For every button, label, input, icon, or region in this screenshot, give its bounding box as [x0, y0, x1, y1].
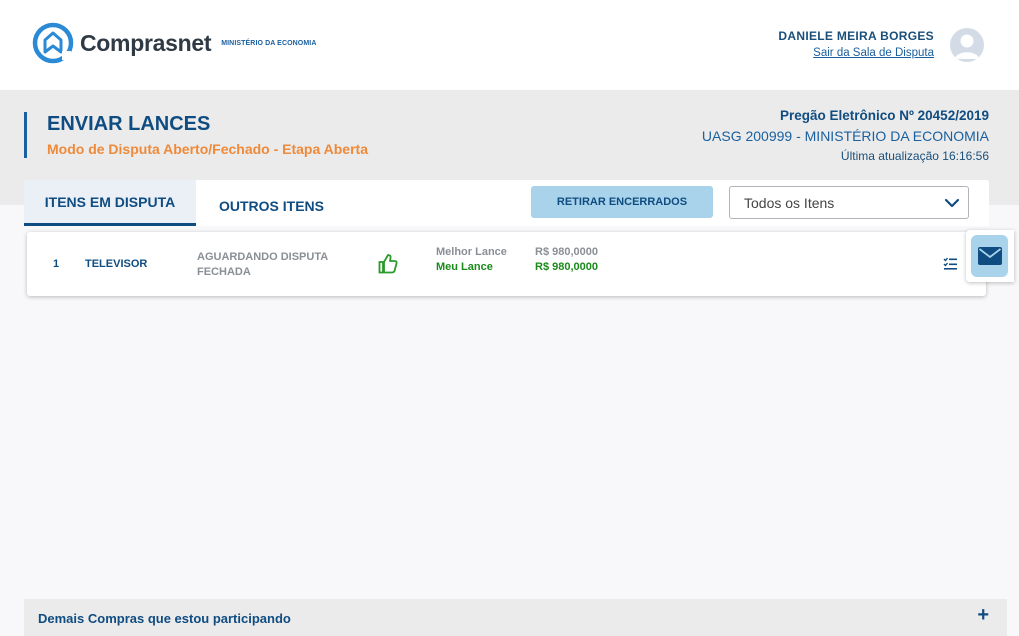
page-title: ENVIAR LANCES — [47, 113, 211, 135]
brand-ministry: MINISTÉRIO DA ECONOMIA — [221, 39, 317, 47]
retirar-encerrados-button[interactable]: RETIRAR ENCERRADOS — [531, 186, 713, 218]
user-info: DANIELE MEIRA BORGES Sair da Sala de Dis… — [778, 29, 934, 59]
top-header: Comprasnet MINISTÉRIO DA ECONOMIA DANIEL… — [0, 0, 1019, 90]
comprasnet-logo-icon — [32, 22, 74, 64]
best-bid-value: R$ 980,0000 — [535, 246, 598, 258]
best-bid-label: Melhor Lance — [436, 246, 507, 258]
title-accent-bar — [24, 112, 27, 158]
brand-name: Comprasnet — [80, 29, 212, 56]
items-filter-value: Todos os Itens — [744, 194, 835, 211]
user-avatar-icon[interactable] — [950, 28, 984, 62]
my-bid-value: R$ 980,0000 — [535, 261, 598, 273]
floating-message-panel — [966, 230, 1014, 282]
comprasnet-logo[interactable]: Comprasnet MINISTÉRIO DA ECONOMIA — [32, 21, 316, 65]
uasg-info: UASG 200999 - MINISTÉRIO DA ECONOMIA — [701, 128, 989, 144]
logout-link[interactable]: Sair da Sala de Disputa — [778, 47, 934, 59]
item-row[interactable]: 1 TELEVISOR AGUARDANDO DISPUTA FECHADA M… — [27, 232, 986, 296]
envelope-icon — [977, 247, 1002, 265]
tab-itens-em-disputa[interactable]: ITENS EM DISPUTA — [24, 180, 196, 226]
items-filter-select[interactable]: Todos os Itens — [729, 186, 969, 219]
avatar-silhouette-icon — [955, 34, 979, 59]
page-subtitle: Modo de Disputa Aberto/Fechado - Etapa A… — [47, 141, 368, 157]
item-name: TELEVISOR — [85, 258, 148, 270]
pregao-number: Pregão Eletrônico Nº 20452/2019 — [779, 108, 989, 123]
other-purchases-label: Demais Compras que estou participando — [38, 611, 291, 626]
messages-button[interactable] — [971, 235, 1008, 277]
checklist-icon[interactable] — [943, 256, 958, 271]
item-number: 1 — [53, 258, 60, 270]
user-name: DANIELE MEIRA BORGES — [778, 29, 934, 43]
last-update: Última atualização 16:16:56 — [840, 149, 989, 163]
tab-outros-itens[interactable]: OUTROS ITENS — [204, 180, 339, 226]
pregao-info: Pregão Eletrônico Nº 20452/2019 UASG 200… — [702, 108, 989, 163]
item-status: AGUARDANDO DISPUTA FECHADA — [197, 251, 328, 278]
tabs-card: ITENS EM DISPUTA OUTROS ITENS RETIRAR EN… — [24, 180, 989, 226]
my-bid-label: Meu Lance — [436, 261, 493, 273]
expand-plus-icon[interactable]: + — [977, 605, 989, 625]
chevron-down-icon — [944, 198, 960, 208]
other-purchases-bar[interactable]: Demais Compras que estou participando + — [24, 599, 1007, 636]
thumbs-up-icon — [378, 254, 398, 274]
